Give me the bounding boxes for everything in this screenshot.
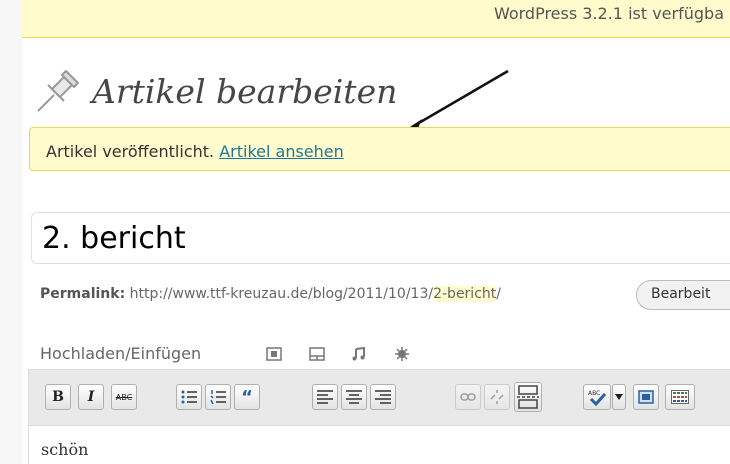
- align-center-icon: [346, 390, 362, 404]
- spellcheck-dropdown-icon: [615, 394, 623, 400]
- numbered-list-icon: [210, 390, 226, 404]
- unlink-icon: [490, 390, 504, 404]
- strikethrough-button[interactable]: ABC: [111, 384, 137, 410]
- edit-permalink-button[interactable]: Bearbeit: [636, 280, 730, 310]
- post-title-value: 2. bericht: [42, 221, 186, 256]
- permalink-base: http://www.ttf-kreuzau.de/blog/2011/10/1…: [129, 286, 434, 302]
- spellcheck-dropdown[interactable]: [612, 384, 626, 410]
- notice-text: Artikel veröffentlicht.: [46, 142, 215, 161]
- updated-notice: Artikel veröffentlicht. Artikel ansehen: [29, 127, 730, 171]
- kitchen-sink-icon: [671, 390, 689, 404]
- post-title-input[interactable]: 2. bericht: [31, 212, 730, 264]
- editor-content-area[interactable]: schön: [28, 426, 730, 464]
- unlink-button[interactable]: [484, 384, 510, 410]
- link-icon: [460, 393, 476, 401]
- bullet-list-button[interactable]: [176, 384, 202, 410]
- update-nag: WordPress 3.2.1 ist verfügba: [22, 0, 730, 38]
- align-right-button[interactable]: [370, 384, 396, 410]
- italic-button[interactable]: I: [78, 384, 104, 410]
- insert-link-button[interactable]: [455, 384, 481, 410]
- spellcheck-button[interactable]: ABC: [583, 384, 611, 410]
- update-nag-text: WordPress 3.2.1 ist verfügba: [493, 4, 724, 23]
- bullet-list-icon: [181, 390, 197, 404]
- numbered-list-button[interactable]: [205, 384, 231, 410]
- media-upload-icon[interactable]: [393, 346, 411, 362]
- kitchen-sink-button[interactable]: [665, 384, 695, 410]
- align-right-icon: [375, 390, 391, 404]
- align-left-button[interactable]: [312, 384, 338, 410]
- notice-message: Artikel veröffentlicht. Artikel ansehen: [46, 142, 344, 161]
- gallery-upload-icon[interactable]: [308, 346, 326, 362]
- page-title: Artikel bearbeiten: [92, 72, 398, 111]
- audio-upload-icon[interactable]: [350, 346, 368, 362]
- insert-more-button[interactable]: [514, 382, 542, 412]
- permalink-slug[interactable]: 2-bericht: [433, 286, 497, 302]
- blockquote-button[interactable]: “: [234, 384, 260, 410]
- spellcheck-icon: ABC: [588, 390, 607, 406]
- fullscreen-icon: [638, 390, 654, 404]
- pushpin-icon: [37, 70, 79, 112]
- svg-text:ABC: ABC: [588, 390, 600, 397]
- more-tag-icon: [517, 385, 539, 409]
- view-post-link[interactable]: Artikel ansehen: [219, 142, 344, 161]
- align-center-button[interactable]: [341, 384, 367, 410]
- editor-content-text: schön: [41, 440, 89, 459]
- admin-menu-edge: [0, 0, 22, 464]
- bold-button[interactable]: B: [45, 384, 71, 410]
- align-left-icon: [317, 390, 333, 404]
- image-upload-icon[interactable]: [265, 346, 283, 362]
- permalink-end: /: [496, 286, 501, 302]
- media-upload-label: Hochladen/Einfügen: [40, 344, 202, 363]
- permalink: Permalink: http://www.ttf-kreuzau.de/blo…: [40, 286, 501, 302]
- permalink-label: Permalink:: [40, 286, 126, 302]
- fullscreen-button[interactable]: [633, 384, 659, 410]
